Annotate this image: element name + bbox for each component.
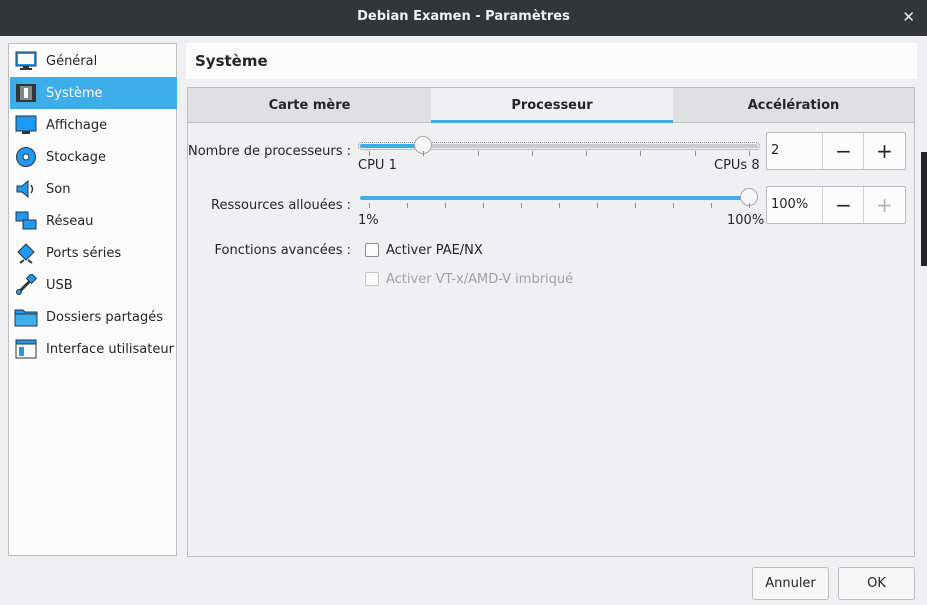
sidebar-item-usb[interactable]: USB	[10, 269, 177, 301]
tab-label: Carte mère	[268, 98, 351, 113]
monitor-icon	[14, 50, 38, 72]
nested-vtx-label: Activer VT-x/AMD-V imbriqué	[386, 272, 574, 287]
slider-tick	[673, 203, 674, 208]
spinbox-value[interactable]: 2	[771, 133, 779, 169]
processor-panel: Nombre de processeurs : CPU 1 CPUs 8 2 −…	[187, 123, 915, 557]
cap-label: Ressources allouées :	[211, 198, 351, 213]
window-titlebar: Debian Examen - Paramètres ✕	[0, 0, 927, 36]
speaker-icon	[14, 178, 38, 200]
slider-tick	[531, 151, 533, 156]
sidebar-item-system[interactable]: Système	[10, 77, 177, 109]
sidebar-item-audio[interactable]: Son	[10, 173, 177, 205]
sidebar-item-serial-ports[interactable]: Ports séries	[10, 237, 177, 269]
cpu-count-label: Nombre de processeurs :	[188, 144, 351, 159]
slider-tick	[407, 203, 408, 208]
nested-vtx-checkbox	[365, 272, 379, 286]
slider-tick	[586, 151, 588, 156]
slider-tick	[597, 203, 598, 208]
disk-icon	[14, 146, 38, 168]
slider-tick	[559, 203, 560, 208]
slider-tick	[749, 203, 750, 208]
sidebar-item-shared-folders[interactable]: Dossiers partagés	[10, 301, 177, 333]
tab-label: Accélération	[747, 98, 840, 113]
slider-tick	[369, 203, 370, 208]
slider-tick	[749, 151, 750, 156]
slider-fill	[360, 196, 749, 200]
chip-icon	[14, 82, 38, 104]
cap-spinbox[interactable]: 100% − +	[766, 186, 906, 224]
decrement-button[interactable]: −	[822, 187, 864, 223]
sidebar-item-network[interactable]: Réseau	[10, 205, 177, 237]
folder-icon	[14, 306, 38, 328]
serial-port-icon	[14, 242, 38, 264]
cpu-min-label: CPU 1	[358, 158, 397, 173]
background-window-edge	[921, 152, 927, 266]
settings-sidebar: Général Système Affichage Stockage Son R…	[8, 43, 177, 556]
pae-nx-checkbox[interactable]	[365, 243, 379, 257]
tab-processor[interactable]: Processeur	[431, 88, 673, 123]
slider-tick	[635, 203, 636, 208]
display-icon	[14, 114, 38, 136]
window-title: Debian Examen - Paramètres	[357, 9, 570, 24]
close-icon[interactable]: ✕	[902, 0, 915, 34]
slider-tick	[711, 203, 712, 208]
slider-tick	[521, 203, 522, 208]
cap-slider-ticks	[360, 203, 758, 209]
slider-tick	[369, 151, 370, 156]
usb-icon	[14, 274, 38, 296]
tab-bar: Carte mère Processeur Accélération	[187, 87, 915, 123]
tab-acceleration[interactable]: Accélération	[673, 88, 914, 123]
slider-tick	[694, 151, 696, 156]
sidebar-item-label: Réseau	[46, 213, 94, 229]
sidebar-item-label: Dossiers partagés	[46, 309, 164, 325]
increment-button[interactable]: +	[863, 133, 905, 169]
sidebar-item-label: Système	[46, 85, 103, 101]
sidebar-item-general[interactable]: Général	[10, 45, 177, 77]
cap-min-label: 1%	[358, 213, 379, 228]
ui-window-icon	[14, 338, 38, 360]
features-label: Fonctions avancées :	[214, 243, 351, 258]
sidebar-item-label: Son	[46, 181, 71, 197]
pae-nx-label[interactable]: Activer PAE/NX	[386, 243, 483, 258]
page-header: Système	[186, 43, 917, 79]
cpu-count-spinbox[interactable]: 2 − +	[766, 132, 906, 170]
cpu-max-label: CPUs 8	[714, 158, 760, 173]
slider-tick	[640, 151, 642, 156]
cpu-slider-ticks	[360, 151, 758, 157]
page-title: Système	[195, 52, 268, 70]
slider-tick	[423, 151, 425, 156]
tab-motherboard[interactable]: Carte mère	[188, 88, 431, 123]
decrement-button[interactable]: −	[822, 133, 864, 169]
slider-tick	[483, 203, 484, 208]
sidebar-item-label: USB	[46, 277, 73, 293]
sidebar-item-display[interactable]: Affichage	[10, 109, 177, 141]
slider-tick	[477, 151, 479, 156]
sidebar-item-label: Ports séries	[46, 245, 122, 261]
ok-button[interactable]: OK	[838, 567, 915, 600]
spinbox-value[interactable]: 100%	[771, 187, 808, 223]
sidebar-item-label: Interface utilisateur	[46, 341, 174, 357]
sidebar-item-user-interface[interactable]: Interface utilisateur	[10, 333, 177, 365]
increment-button: +	[863, 187, 905, 223]
sidebar-item-label: Affichage	[46, 117, 108, 133]
slider-tick	[445, 203, 446, 208]
network-icon	[14, 210, 38, 232]
sidebar-item-label: Stockage	[46, 149, 106, 165]
sidebar-item-label: Général	[46, 53, 98, 69]
cap-max-label: 100%	[727, 213, 765, 228]
cancel-button[interactable]: Annuler	[752, 567, 829, 600]
sidebar-item-storage[interactable]: Stockage	[10, 141, 177, 173]
tab-label: Processeur	[511, 98, 593, 113]
